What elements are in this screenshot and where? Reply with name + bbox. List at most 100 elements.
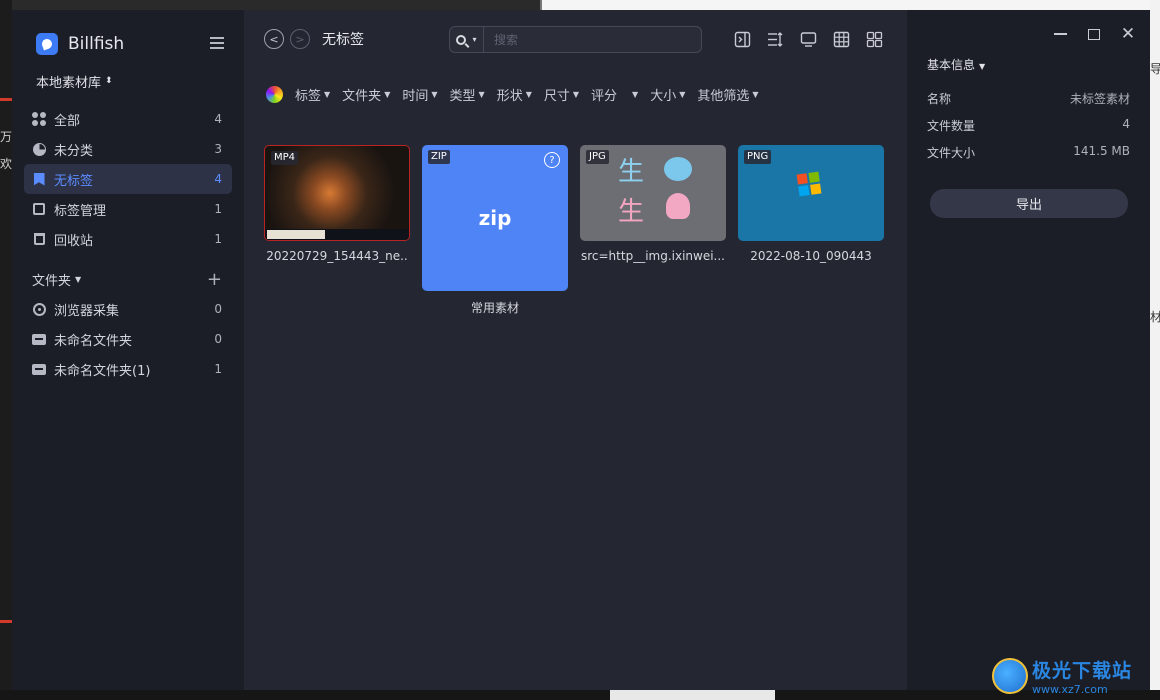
info-title: 基本信息	[927, 58, 976, 72]
forward-button[interactable]: >	[290, 29, 310, 49]
filter-unlabeled[interactable]: ▼	[629, 90, 638, 99]
back-button[interactable]: <	[264, 29, 284, 49]
view-tools	[733, 30, 883, 48]
filter-shape[interactable]: 形状 ▼	[497, 85, 532, 104]
filter-tag[interactable]: 标签 ▼	[295, 85, 330, 104]
asset-card[interactable]: JPG 生 生 src=http__img.ixinwei...	[580, 145, 726, 316]
asset-card[interactable]: PNG 2022-08-10_090443	[738, 145, 884, 316]
all-icon	[32, 112, 46, 126]
minimize-icon	[1053, 33, 1067, 35]
background-window-right: 导 材	[1150, 0, 1160, 700]
sidebar-item-uncategorized[interactable]: 未分类 3	[24, 134, 232, 164]
sidebar-item-count: 4	[214, 172, 222, 186]
sidebar-item-untagged[interactable]: 无标签 4	[24, 164, 232, 194]
color-filter-icon[interactable]	[266, 85, 283, 103]
filter-type[interactable]: 类型 ▼	[450, 85, 485, 104]
info-value: 未标签素材	[1069, 92, 1130, 106]
maximize-icon	[1088, 28, 1100, 40]
maximize-button[interactable]	[1086, 26, 1102, 42]
filter-label: 形状	[496, 88, 523, 104]
toggle-panel-icon[interactable]	[733, 30, 751, 48]
sidebar-item-trash[interactable]: 回收站 1	[24, 224, 232, 254]
grid-view-icon[interactable]	[832, 30, 850, 48]
sidebar-item-label: 无标签	[54, 173, 94, 189]
sidebar-item-count: 4	[214, 112, 222, 126]
search-icon	[456, 34, 467, 45]
info-label: 文件大小	[927, 146, 976, 160]
asset-thumbnail-image[interactable]: PNG	[738, 145, 884, 241]
caret-down-icon: ▼	[572, 89, 580, 99]
windows-logo-icon	[796, 171, 822, 197]
asset-thumbnail-zip[interactable]: ZIP ? zip	[422, 145, 568, 291]
filter-filesize[interactable]: 大小 ▼	[650, 85, 685, 104]
caret-down-icon: ▼	[431, 89, 438, 99]
caret-down-icon: ▼	[679, 89, 686, 99]
sidebar-item-all[interactable]: 全部 4	[24, 104, 232, 134]
folder-label: 未命名文件夹(1)	[54, 363, 151, 379]
filter-label: 类型	[449, 88, 476, 104]
asset-name: 20220729_154443_ne..	[266, 249, 408, 263]
sidebar-folder-unnamed-1[interactable]: 未命名文件夹(1) 1	[24, 354, 232, 384]
filter-label: 标签	[295, 88, 322, 104]
info-panel: ✕ 基本信息 ▼ 名称 未标签素材 文件数量 4 文件大小 141.5 MB 导出	[907, 10, 1150, 690]
search-mode-button[interactable]: ▾	[450, 27, 484, 52]
info-section-toggle[interactable]: 基本信息 ▼	[927, 56, 985, 73]
library-switcher[interactable]: 本地素材库 ⬍	[36, 70, 244, 92]
sort-icon[interactable]	[766, 30, 784, 48]
close-button[interactable]: ✕	[1120, 26, 1136, 43]
export-button[interactable]: 导出	[930, 189, 1128, 218]
caret-down-icon: ▼	[752, 89, 759, 99]
sidebar-item-tag-manage[interactable]: 标签管理 1	[24, 194, 232, 224]
asset-name: src=http__img.ixinwei...	[580, 249, 725, 263]
billfish-window: Billfish 本地素材库 ⬍ 全部 4 未分类 3 无标签 4 标签管理 1…	[12, 10, 1150, 690]
top-toolbar: < > 无标签 ▾	[244, 10, 907, 68]
sidebar: Billfish 本地素材库 ⬍ 全部 4 未分类 3 无标签 4 标签管理 1…	[12, 10, 244, 690]
sidebar-item-label: 回收站	[54, 233, 94, 249]
filter-label: 评分	[591, 88, 618, 104]
filter-size[interactable]: 尺寸 ▼	[544, 85, 579, 104]
caret-down-icon: ▼	[979, 62, 986, 71]
folder-count: 0	[214, 302, 222, 316]
thumbnail-glyph: 生	[618, 197, 645, 227]
filter-bar: 标签 ▼ 文件夹 ▼ 时间 ▼ 类型 ▼ 形状 ▼ 尺寸 ▼ 评分 ▼ 大小 ▼ 其他筛选 ▼	[244, 78, 907, 110]
sidebar-folder-unnamed[interactable]: 未命名文件夹 0	[24, 324, 232, 354]
filter-folder[interactable]: 文件夹 ▼	[342, 85, 390, 104]
filter-time[interactable]: 时间 ▼	[402, 85, 437, 104]
filter-rating[interactable]: 评分	[591, 85, 617, 104]
search-input[interactable]	[484, 27, 701, 52]
filter-label: 文件夹	[342, 88, 382, 104]
help-icon[interactable]: ?	[544, 152, 560, 168]
filter-label: 其他筛选	[697, 88, 750, 104]
asset-thumbnail-video[interactable]: MP4	[264, 145, 410, 241]
asset-card[interactable]: MP4 20220729_154443_ne..	[264, 145, 410, 316]
sidebar-item-count: 3	[214, 142, 222, 156]
caret-down-icon: ▼	[384, 89, 391, 99]
caret-down-icon: ▼	[632, 89, 639, 99]
format-badge: PNG	[744, 150, 772, 164]
breadcrumb: 无标签	[322, 32, 364, 48]
sidebar-item-label: 未分类	[54, 143, 94, 159]
background-taskbar	[0, 690, 1160, 700]
monitor-icon[interactable]	[799, 30, 817, 48]
watermark-logo-icon	[992, 658, 1028, 694]
main-content: < > 无标签 ▾ 搜索 标签 ▼ 文件夹 ▼ 时间 ▼ 类型 ▼ 形状 ▼ 尺…	[244, 10, 907, 690]
asset-card[interactable]: ZIP ? zip 常用素材	[422, 145, 568, 316]
caret-down-icon: ▼	[75, 274, 82, 284]
folder-count: 1	[214, 362, 222, 376]
folder-icon	[32, 332, 46, 346]
asset-thumbnail-image[interactable]: JPG 生 生	[580, 145, 726, 241]
info-row-count: 文件数量 4	[927, 117, 1130, 134]
watermark-url: www.xz7.com	[1032, 683, 1108, 696]
filter-other[interactable]: 其他筛选 ▼	[697, 85, 758, 104]
folder-section-header[interactable]: 文件夹 ▼ +	[24, 264, 232, 294]
menu-icon[interactable]	[210, 37, 224, 49]
waterfall-view-icon[interactable]	[865, 30, 883, 48]
format-badge: JPG	[586, 150, 609, 164]
minimize-button[interactable]	[1052, 26, 1068, 42]
filter-label: 尺寸	[543, 88, 570, 104]
add-folder-icon[interactable]: +	[207, 269, 222, 290]
sidebar-folder-browser-collect[interactable]: 浏览器采集 0	[24, 294, 232, 324]
info-row-size: 文件大小 141.5 MB	[927, 144, 1130, 161]
sidebar-item-count: 1	[214, 202, 222, 216]
background-window-left: 万 欢	[0, 0, 12, 700]
